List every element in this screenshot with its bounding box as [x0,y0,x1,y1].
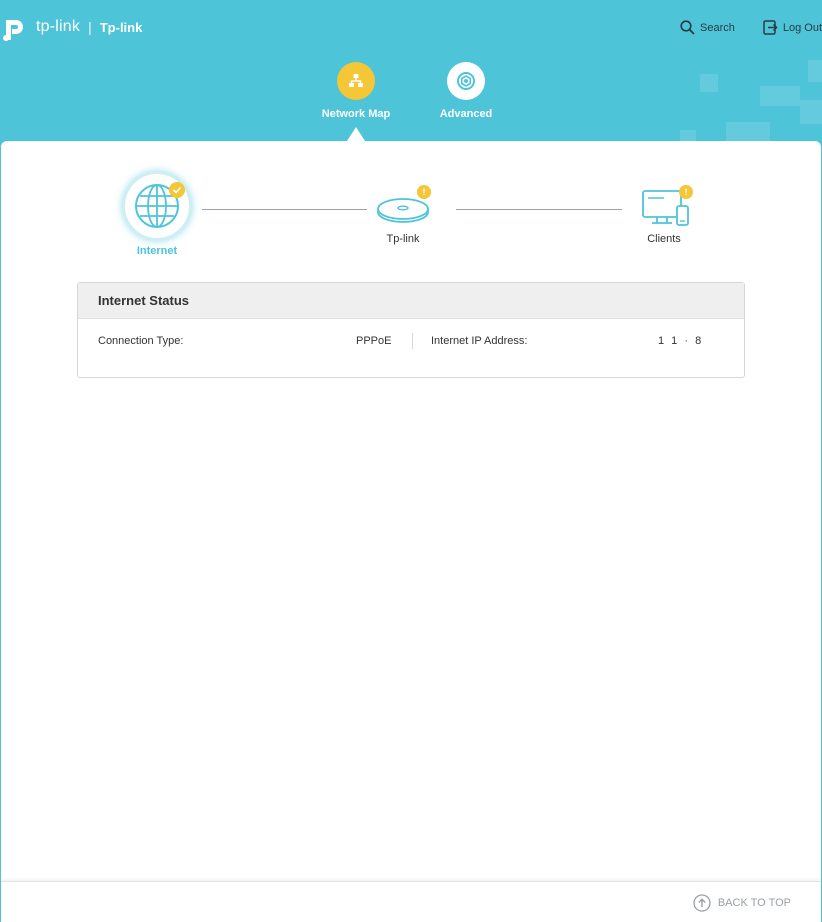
internet-status-title: Internet Status [98,293,190,308]
network-map-icon [337,62,375,100]
device-model: Tp-link [99,19,143,35]
search-button[interactable]: Search [680,20,735,35]
search-icon [680,20,695,35]
node-clients-label: Clients [647,233,681,245]
main-panel: Internet ! Tp-link ! Clients Internet St… [1,141,821,881]
logout-button[interactable]: Log Out [763,20,822,35]
page-footer: BACK TO TOP [1,881,821,922]
active-tab-caret [347,127,365,141]
connection-type-value: PPPoE [356,335,392,347]
warning-badge: ! [679,185,693,199]
node-clients[interactable]: ! Clients [631,185,697,245]
connector-line [202,209,367,210]
brand-name: tp-link [36,18,81,35]
node-internet[interactable]: Internet [119,171,195,257]
globe-icon [122,171,192,241]
tab-network-map-label: Network Map [321,108,391,120]
internet-status-header: Internet Status [78,283,744,319]
connector-line [456,209,622,210]
tab-network-map[interactable]: Network Map [318,62,394,120]
warning-badge: ! [417,185,431,199]
node-router[interactable]: ! Tp-link [373,183,433,245]
arrow-up-circle-icon [693,894,711,912]
network-topology: Internet ! Tp-link ! Clients [1,141,821,271]
tab-advanced-label: Advanced [439,108,493,120]
internet-status-row: Connection Type: PPPoE Internet IP Addre… [78,333,744,355]
internet-ip-value: 1 1 · 8 [658,335,704,347]
node-router-label: Tp-link [386,233,420,245]
main-nav: Network Map Advanced [0,62,822,132]
tab-advanced[interactable]: Advanced [436,62,496,120]
logout-label: Log Out [782,21,822,34]
top-header: tp-link | Tp-link Search Log Out Network… [0,0,822,145]
gear-icon [447,62,485,100]
brand-logo[interactable]: tp-link | Tp-link [2,12,142,42]
internet-status-card: Internet Status Connection Type: PPPoE I… [77,282,745,378]
logo-separator: | [88,19,92,35]
node-internet-label: Internet [136,245,178,257]
internet-ip-label: Internet IP Address: [431,335,528,347]
back-to-top-label: BACK TO TOP [717,897,791,909]
monitor-phone-icon: ! [634,185,694,227]
check-icon [169,182,185,198]
back-to-top-button[interactable]: BACK TO TOP [693,894,791,912]
router-icon: ! [375,183,431,227]
logout-icon [763,20,778,35]
tp-link-logo-icon [3,20,23,41]
connection-type-label: Connection Type: [98,335,184,347]
field-divider [412,333,413,349]
search-label: Search [700,21,735,34]
top-actions: Search Log Out [652,20,822,35]
